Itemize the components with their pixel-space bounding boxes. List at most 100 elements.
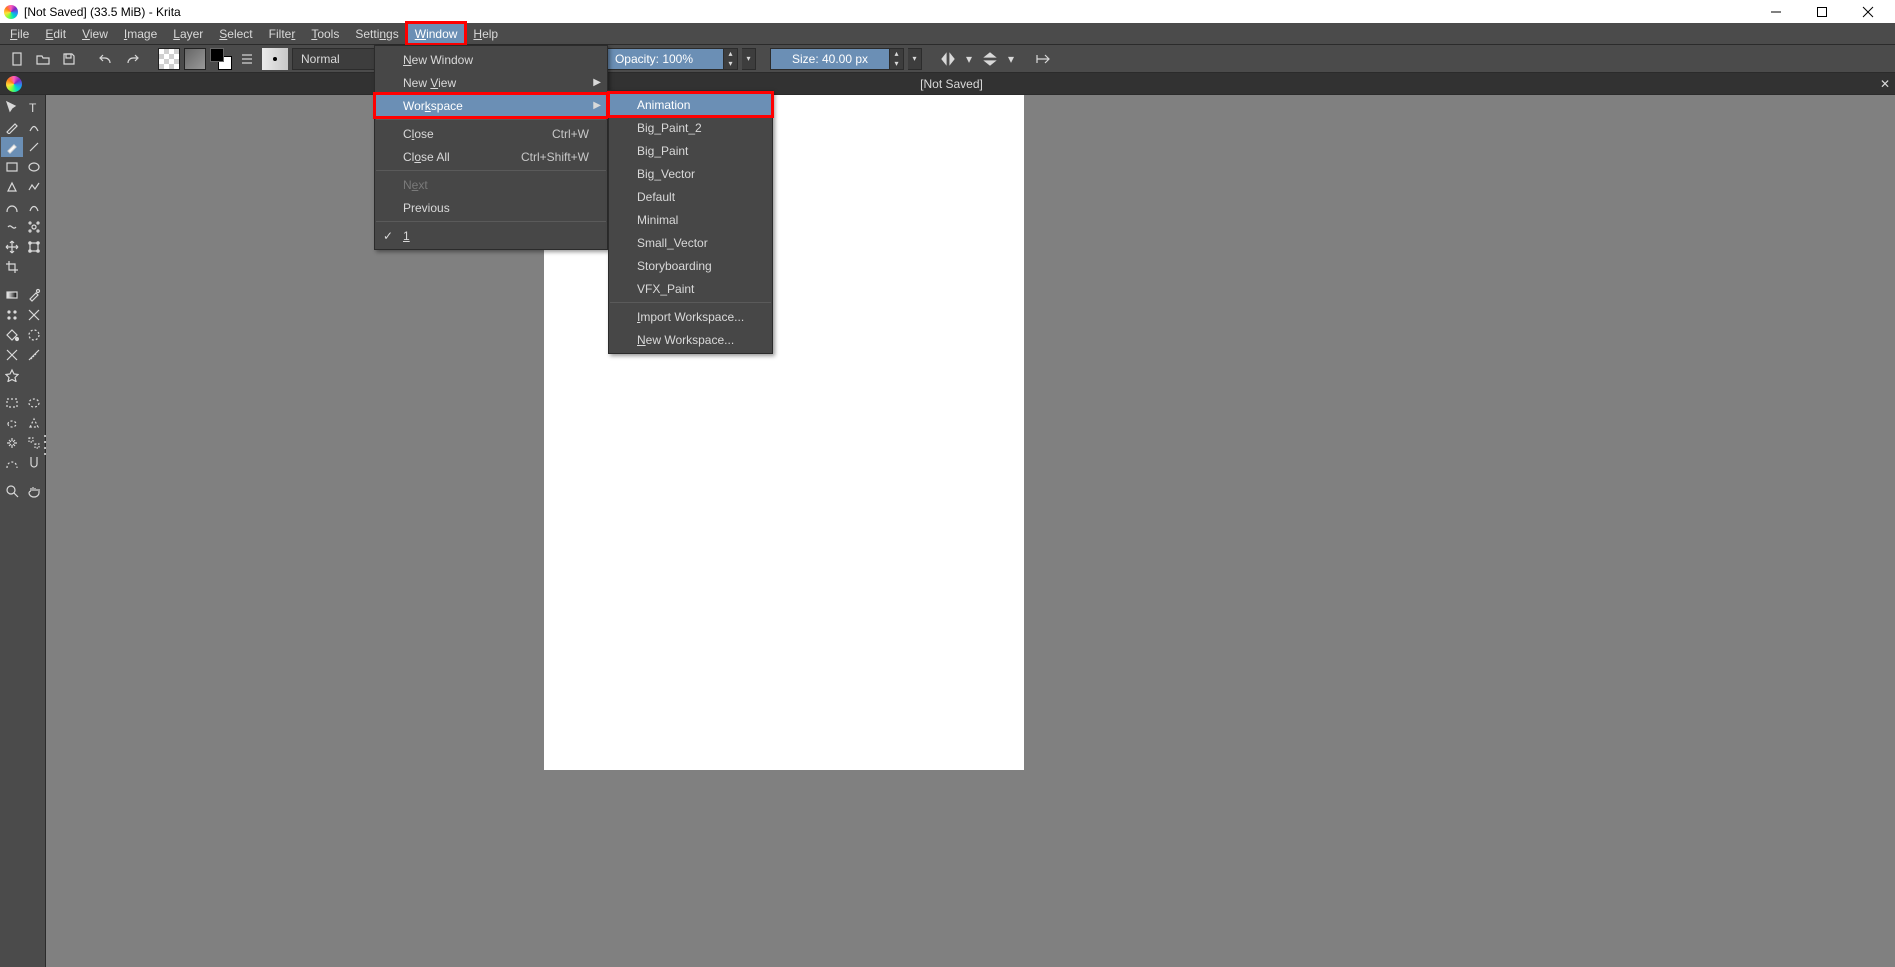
- size-step-up[interactable]: ▴: [890, 49, 903, 59]
- assistants-tool[interactable]: [1, 345, 23, 365]
- dynamic-brush-tool[interactable]: [1, 217, 23, 237]
- workspace-small-vector[interactable]: Small_Vector: [609, 231, 772, 254]
- line-tool[interactable]: [23, 137, 45, 157]
- multibrush-tool[interactable]: [23, 217, 45, 237]
- menu-new-window[interactable]: New Window: [375, 48, 607, 71]
- gradient-tool[interactable]: [1, 285, 23, 305]
- calligraphy-tool[interactable]: [23, 117, 45, 137]
- workspace-new[interactable]: New Workspace...: [609, 328, 772, 351]
- workspace-import[interactable]: Import Workspace...: [609, 305, 772, 328]
- size-step-down[interactable]: ▾: [890, 59, 903, 69]
- mirror-horizontal-icon[interactable]: [937, 48, 959, 70]
- menu-previous[interactable]: Previous: [375, 196, 607, 219]
- workspace-big-paint-2[interactable]: Big_Paint_2: [609, 116, 772, 139]
- bezier-select-tool[interactable]: [1, 453, 23, 473]
- reference-tool[interactable]: [1, 365, 23, 385]
- transform-tool-2[interactable]: [23, 237, 45, 257]
- menu-edit[interactable]: Edit: [37, 23, 74, 44]
- opacity-history-button[interactable]: ▾: [742, 48, 756, 70]
- magnetic-select-tool[interactable]: [23, 453, 45, 473]
- color-picker-tool[interactable]: [23, 285, 45, 305]
- bezier-tool[interactable]: [1, 197, 23, 217]
- workspace-storyboarding[interactable]: Storyboarding: [609, 254, 772, 277]
- menu-layer[interactable]: Layer: [165, 23, 211, 44]
- mirror-vertical-icon[interactable]: [979, 48, 1001, 70]
- smart-patch-tool[interactable]: [23, 305, 45, 325]
- menu-file[interactable]: File: [2, 23, 37, 44]
- menu-new-view[interactable]: New View▶: [375, 71, 607, 94]
- save-file-icon[interactable]: [58, 48, 80, 70]
- edit-shapes-tool[interactable]: [1, 117, 23, 137]
- freehand-select-tool[interactable]: [1, 413, 23, 433]
- canvas-viewport[interactable]: [46, 95, 1895, 967]
- menu-tools[interactable]: Tools: [303, 23, 347, 44]
- freehand-brush-tool[interactable]: [1, 137, 23, 157]
- enclose-fill-tool[interactable]: [23, 325, 45, 345]
- transform-tool[interactable]: [1, 97, 23, 117]
- maximize-button[interactable]: [1799, 0, 1845, 23]
- open-file-icon[interactable]: [32, 48, 54, 70]
- polyline-tool[interactable]: [23, 177, 45, 197]
- workspace-big-vector[interactable]: Big_Vector: [609, 162, 772, 185]
- minimize-button[interactable]: [1753, 0, 1799, 23]
- fill-tool[interactable]: [1, 325, 23, 345]
- fg-bg-color[interactable]: [210, 48, 232, 70]
- polygon-tool[interactable]: [1, 177, 23, 197]
- pattern-swatch[interactable]: [158, 48, 180, 70]
- workspace-animation[interactable]: Animation: [609, 93, 772, 116]
- workspace-big-paint[interactable]: Big_Paint: [609, 139, 772, 162]
- rect-select-tool[interactable]: [1, 393, 23, 413]
- menu-close[interactable]: CloseCtrl+W: [375, 122, 607, 145]
- menu-workspace[interactable]: Workspace▶: [375, 94, 607, 117]
- size-value[interactable]: Size: 40.00 px: [770, 48, 890, 70]
- size-history-button[interactable]: ▾: [908, 48, 922, 70]
- menu-document-1[interactable]: ✓1: [375, 224, 607, 247]
- gradient-swatch[interactable]: [184, 48, 206, 70]
- redo-icon[interactable]: [121, 48, 143, 70]
- docker-drag-handle[interactable]: [44, 435, 50, 455]
- pan-tool[interactable]: [23, 481, 45, 501]
- shortcut-label: Ctrl+W: [552, 127, 589, 141]
- opacity-step-up[interactable]: ▴: [724, 49, 737, 59]
- contiguous-select-tool[interactable]: [1, 433, 23, 453]
- move-tool[interactable]: [1, 237, 23, 257]
- preset-list-icon[interactable]: [236, 48, 258, 70]
- menu-window[interactable]: Window: [407, 23, 466, 44]
- ellipse-tool[interactable]: [23, 157, 45, 177]
- workspace-default[interactable]: Default: [609, 185, 772, 208]
- menu-help[interactable]: Help: [465, 23, 506, 44]
- crop-tool[interactable]: [1, 257, 23, 277]
- rectangle-tool[interactable]: [1, 157, 23, 177]
- close-window-button[interactable]: [1845, 0, 1891, 23]
- similar-select-tool[interactable]: [23, 433, 45, 453]
- menu-filter[interactable]: Filter: [261, 23, 304, 44]
- opacity-step-down[interactable]: ▾: [724, 59, 737, 69]
- size-spinbox[interactable]: Size: 40.00 px ▴▾: [770, 48, 904, 70]
- text-tool[interactable]: T: [23, 97, 45, 117]
- measure-tool[interactable]: [23, 345, 45, 365]
- ellipse-select-tool[interactable]: [23, 393, 45, 413]
- shortcut-label: Ctrl+Shift+W: [521, 150, 589, 164]
- menu-view[interactable]: View: [74, 23, 116, 44]
- polygon-select-tool[interactable]: [23, 413, 45, 433]
- menu-separator: [376, 170, 606, 171]
- workspace-minimal[interactable]: Minimal: [609, 208, 772, 231]
- options-toolbar: Normal ▾ ▾ Opacity: 100% ▴▾ ▾ Size: 40.0…: [0, 45, 1895, 73]
- workspace-vfx-paint[interactable]: VFX_Paint: [609, 277, 772, 300]
- mirror-v-options[interactable]: ▾: [1005, 48, 1017, 70]
- menu-image[interactable]: Image: [116, 23, 165, 44]
- zoom-tool[interactable]: [1, 481, 23, 501]
- pattern-edit-tool[interactable]: [1, 305, 23, 325]
- menu-settings[interactable]: Settings: [347, 23, 406, 44]
- mirror-h-options[interactable]: ▾: [963, 48, 975, 70]
- close-document-icon[interactable]: ✕: [1875, 73, 1895, 94]
- brush-preset-preview[interactable]: [262, 48, 288, 70]
- freehand-path-tool[interactable]: [23, 197, 45, 217]
- new-file-icon[interactable]: [6, 48, 28, 70]
- undo-icon[interactable]: [95, 48, 117, 70]
- menu-select[interactable]: Select: [211, 23, 260, 44]
- wrap-around-icon[interactable]: [1032, 48, 1054, 70]
- blend-mode-value: Normal: [301, 52, 340, 66]
- menu-close-all[interactable]: Close AllCtrl+Shift+W: [375, 145, 607, 168]
- document-tab-title[interactable]: [Not Saved]: [920, 77, 983, 91]
